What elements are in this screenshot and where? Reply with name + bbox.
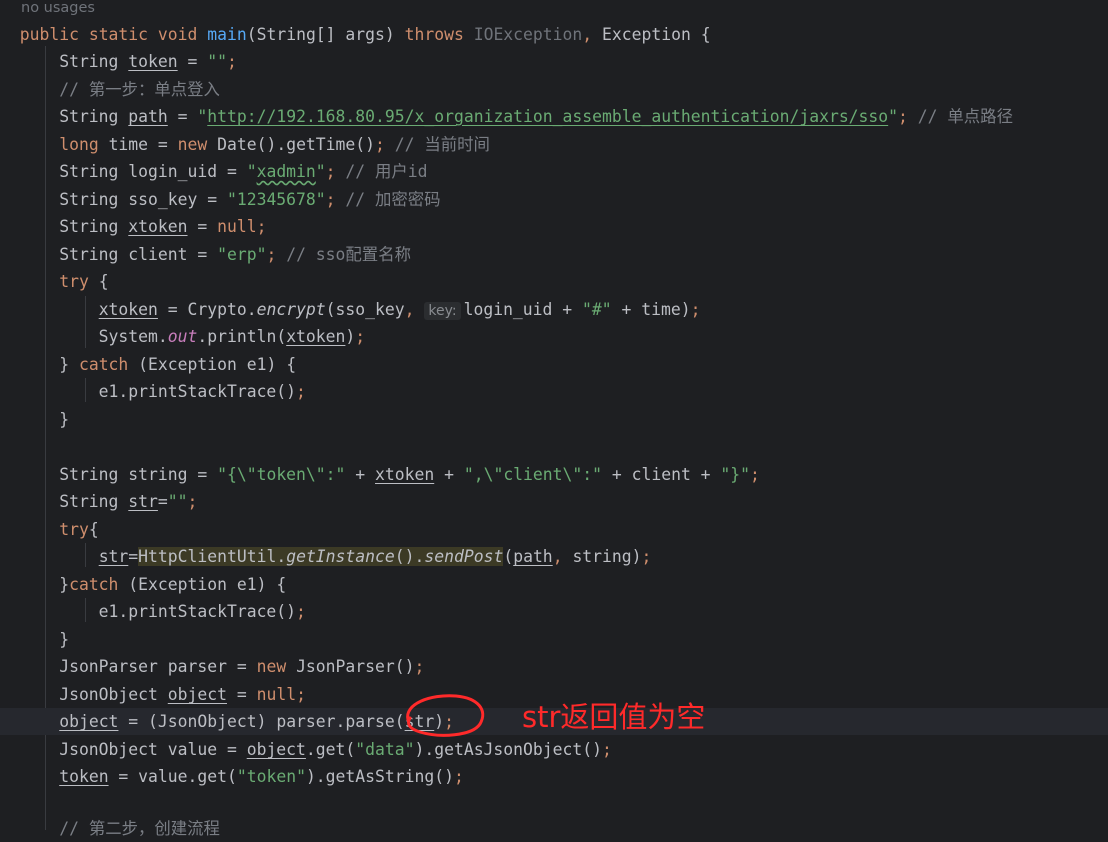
string-literal: "" <box>167 492 188 511</box>
code-line: String string = "{\"token\":" + xtoken +… <box>0 465 760 484</box>
code-line: JsonParser parser = new JsonParser(); <box>0 657 425 676</box>
code-line: String str=""; <box>0 492 198 511</box>
code-line: public static void main(String[] args) t… <box>19 25 711 44</box>
code-line: String login_uid = "xadmin"; // 用户id <box>0 162 428 181</box>
code-comment: // 单点路径 <box>917 107 1013 126</box>
code-comment: // 当前时间 <box>394 135 490 154</box>
string-literal: "12345678" <box>226 190 326 209</box>
string-literal: "" <box>207 52 227 71</box>
code-line: token = value.get("token").getAsString()… <box>59 767 464 786</box>
string-literal: "{\"token\":" <box>217 465 346 484</box>
code-line: // 第二步，创建流程 <box>0 815 1108 842</box>
code-comment: // 第二步，创建流程 <box>59 819 220 838</box>
code-line: try{ <box>59 520 99 539</box>
string-literal: "#" <box>582 300 612 319</box>
code-line: String token = ""; <box>0 52 237 71</box>
code-comment: // 加密密码 <box>345 190 441 209</box>
code-line: String client = "erp"; // sso配置名称 <box>0 245 411 264</box>
code-line: String sso_key = "12345678"; // 加密密码 <box>0 190 441 209</box>
string-literal: "}" <box>720 465 751 484</box>
annotation-circle <box>406 694 485 737</box>
code-comment: // sso配置名称 <box>286 245 411 264</box>
code-line: } catch (Exception e1) { <box>0 355 297 374</box>
string-literal: xadmin <box>256 162 316 181</box>
code-line: } <box>0 410 70 429</box>
code-line: e1.printStackTrace(); <box>0 382 306 401</box>
string-literal: "data" <box>355 740 415 759</box>
code-line: str=HttpClientUtil.getInstance().sendPos… <box>98 547 652 566</box>
code-line: xtoken = Crypto.encrypt(sso_key, key: log… <box>98 300 701 320</box>
code-line: JsonObject value = object.get("data").ge… <box>0 740 612 759</box>
code-line: try { <box>59 272 109 291</box>
string-literal: ",\"client\":" <box>463 465 602 484</box>
code-line: System.out.println(xtoken); <box>0 327 366 346</box>
parameter-hint: key: <box>424 302 461 320</box>
code-line: e1.printStackTrace(); <box>0 602 306 621</box>
usages-hint[interactable]: no usages <box>21 0 1108 16</box>
code-line: String xtoken = null; <box>0 217 267 236</box>
code-comment: // 第一步：单点登入 <box>59 80 220 99</box>
code-line: }catch (Exception e1) { <box>0 575 287 594</box>
code-line: long time = new Date().getTime(); // 当前时… <box>59 135 490 154</box>
string-literal: "erp" <box>217 245 267 264</box>
code-line: // 第一步：单点登入 <box>0 76 1108 103</box>
annotation-text: str返回值为空 <box>522 700 706 734</box>
string-literal: "token" <box>236 767 306 786</box>
code-line: String path = "http://192.168.80.95/x_or… <box>0 107 1013 126</box>
url-link[interactable]: http://192.168.80.95/x_organization_asse… <box>207 107 888 126</box>
code-line: } <box>0 630 70 649</box>
code-comment: // 用户id <box>345 162 428 181</box>
